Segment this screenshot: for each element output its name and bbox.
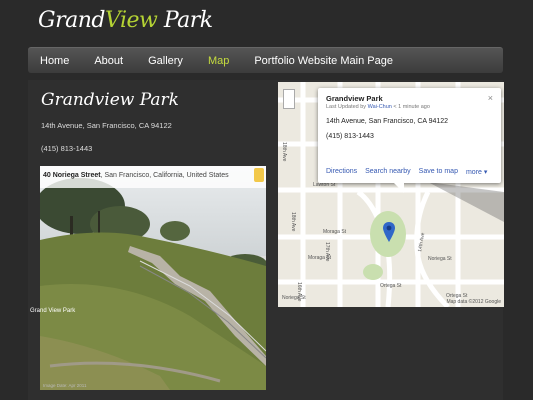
close-icon[interactable]: × [488, 93, 493, 103]
street-location: , San Francisco, California, United Stat… [100, 172, 229, 179]
info-tail [394, 183, 404, 193]
info-address: 14th Avenue, San Francisco, CA 94122 [326, 118, 449, 125]
site-logo[interactable]: GrandView Park [38, 8, 213, 33]
svg-text:18th Ave: 18th Ave [290, 212, 296, 232]
svg-text:Noriega St: Noriega St [428, 256, 452, 262]
search-nearby-link[interactable]: Search nearby [365, 168, 411, 176]
svg-text:17th Ave: 17th Ave [324, 242, 330, 262]
street-view-panorama[interactable]: 40 Noriega Street, San Francisco, Califo… [40, 166, 266, 390]
info-title: Grandview Park [326, 94, 383, 103]
svg-text:Moraga St: Moraga St [323, 229, 347, 235]
info-updated: Last Updated by Wai-Chun < 1 minute ago [326, 104, 430, 110]
more-link[interactable]: more ▾ [466, 168, 487, 176]
nav-portfolio[interactable]: Portfolio Website Main Page [254, 55, 393, 67]
park-label[interactable]: Grand View Park [30, 308, 75, 314]
svg-text:18th Ave: 18th Ave [281, 142, 287, 162]
svg-text:Ortega St: Ortega St [380, 283, 402, 289]
street-name: 40 Noriega Street [43, 172, 101, 179]
page-title: Grandview Park [41, 90, 179, 110]
info-user-link[interactable]: Wai-Chun [368, 104, 392, 110]
tree [160, 221, 190, 241]
address-text: 14th Avenue, San Francisco, CA 94122 [41, 121, 172, 130]
map-attribution: Map data ©2012 Google [446, 299, 501, 305]
nav-home[interactable]: Home [40, 55, 69, 67]
directions-link[interactable]: Directions [326, 168, 357, 176]
nav-gallery[interactable]: Gallery [148, 55, 183, 67]
street-view-scene [40, 178, 266, 390]
phone-text: (415) 813-1443 [41, 144, 93, 153]
logo-text-end: Park [157, 8, 213, 33]
info-links: Directions Search nearby Save to map mor… [326, 168, 487, 176]
street-view-header: 40 Noriega Street, San Francisco, Califo… [40, 166, 266, 188]
nav-map[interactable]: Map [208, 55, 229, 67]
save-to-map-link[interactable]: Save to map [419, 168, 458, 176]
map-pin-icon[interactable] [383, 222, 395, 247]
pegman-icon[interactable] [254, 168, 264, 182]
map-info-window: Grandview Park Last Updated by Wai-Chun … [318, 88, 501, 193]
zoom-control[interactable] [283, 89, 295, 109]
main-nav: Home About Gallery Map Portfolio Website… [28, 47, 503, 73]
image-date: Image Date: Apr 2011 [43, 383, 87, 388]
svg-text:16th Ave: 16th Ave [296, 282, 302, 302]
logo-highlight: View [104, 8, 158, 33]
logo-text: Grand [38, 8, 105, 33]
nav-about[interactable]: About [94, 55, 123, 67]
info-phone: (415) 813-1443 [326, 133, 374, 140]
